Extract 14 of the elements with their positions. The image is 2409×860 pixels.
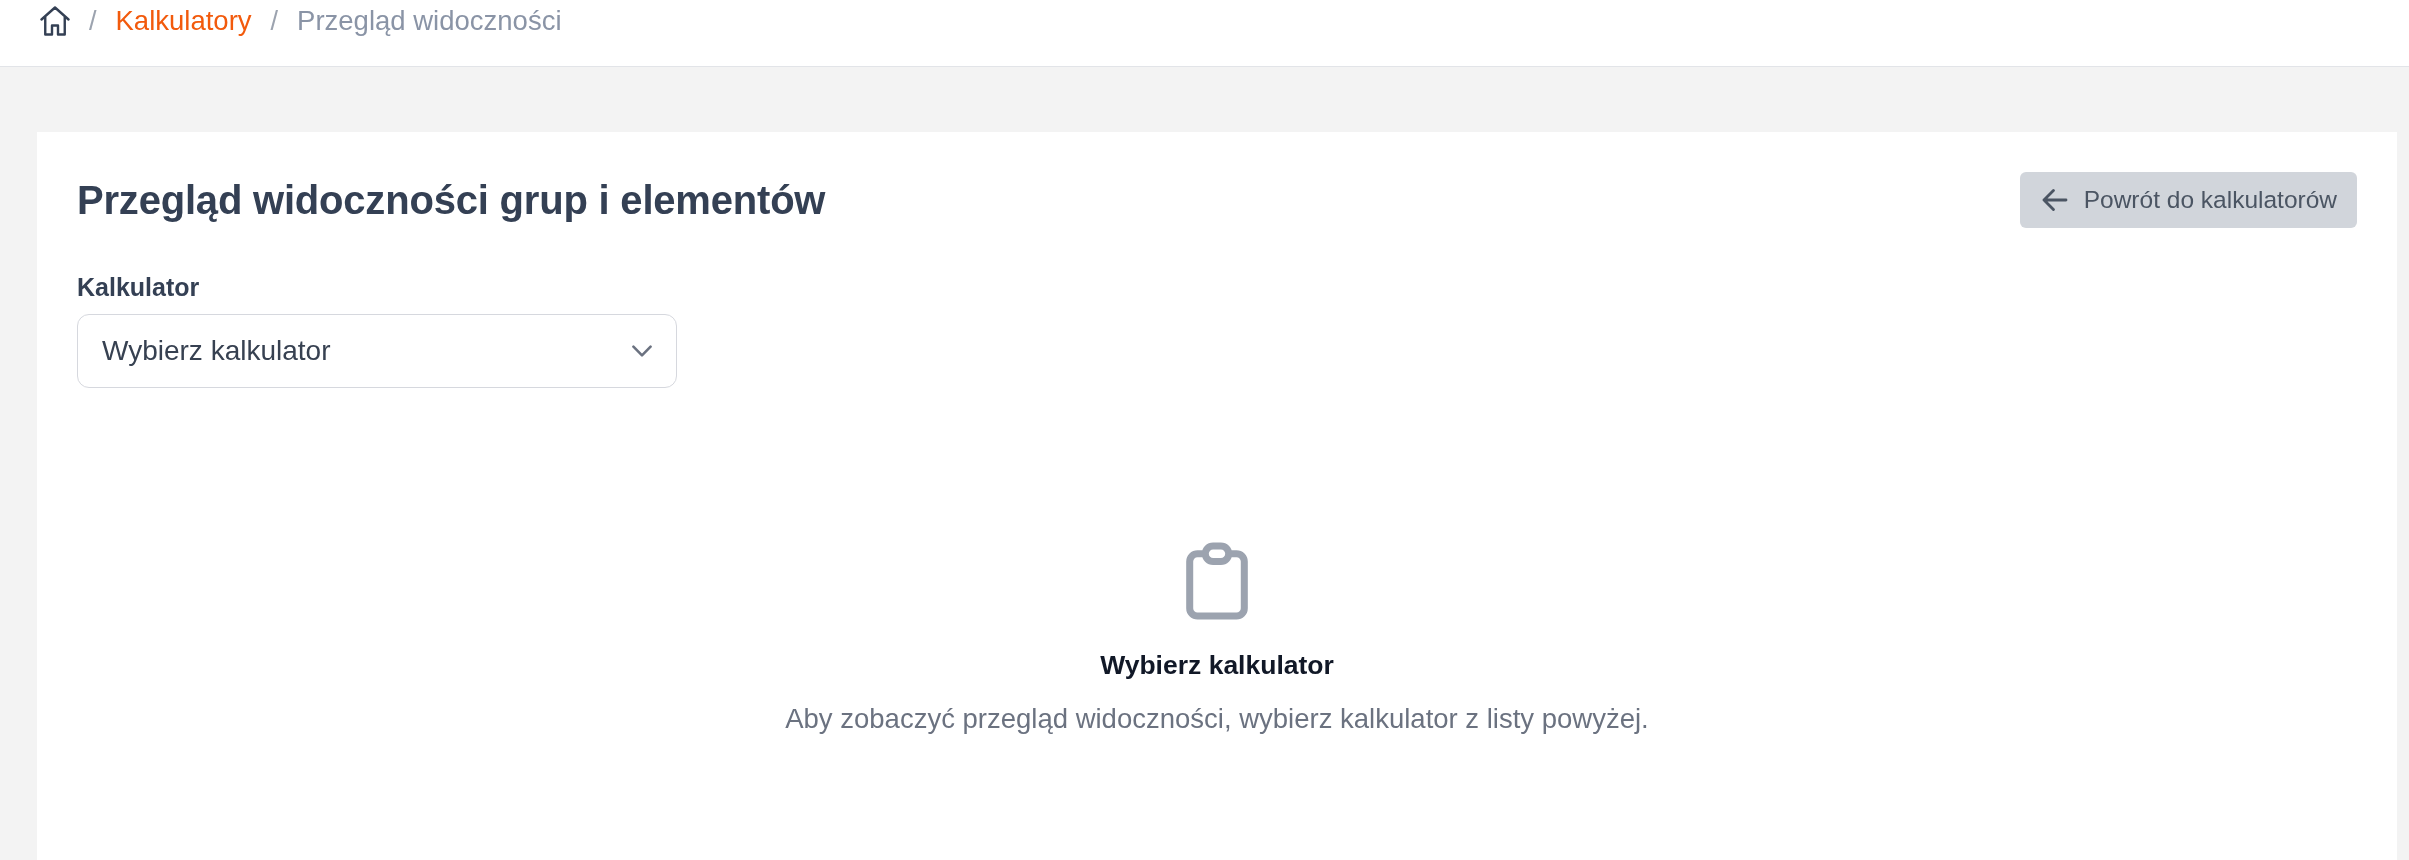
breadcrumb-separator: / bbox=[89, 5, 97, 37]
field-label: Kalkulator bbox=[77, 273, 200, 302]
empty-state-title: Wybierz kalkulator bbox=[1100, 650, 1334, 681]
breadcrumb-link[interactable]: Kalkulatory bbox=[115, 5, 252, 37]
home-icon[interactable] bbox=[40, 6, 70, 36]
breadcrumb-separator: / bbox=[270, 5, 279, 37]
breadcrumb-current: Przegląd widoczności bbox=[297, 5, 562, 37]
chevron-down-icon bbox=[632, 345, 652, 357]
back-button[interactable]: Powrót do kalkulatorów bbox=[2019, 172, 2357, 228]
empty-state-message: Aby zobaczyć przegląd widoczności, wybierz kalkulator z listy powyżej. bbox=[785, 703, 1649, 735]
clipboard-icon bbox=[1185, 542, 1249, 620]
page-title: Przegląd widoczności grup i elementów bbox=[77, 177, 826, 223]
calculator-select[interactable]: Wybierz kalkulator bbox=[77, 314, 677, 388]
arrow-left-icon bbox=[2041, 189, 2068, 211]
